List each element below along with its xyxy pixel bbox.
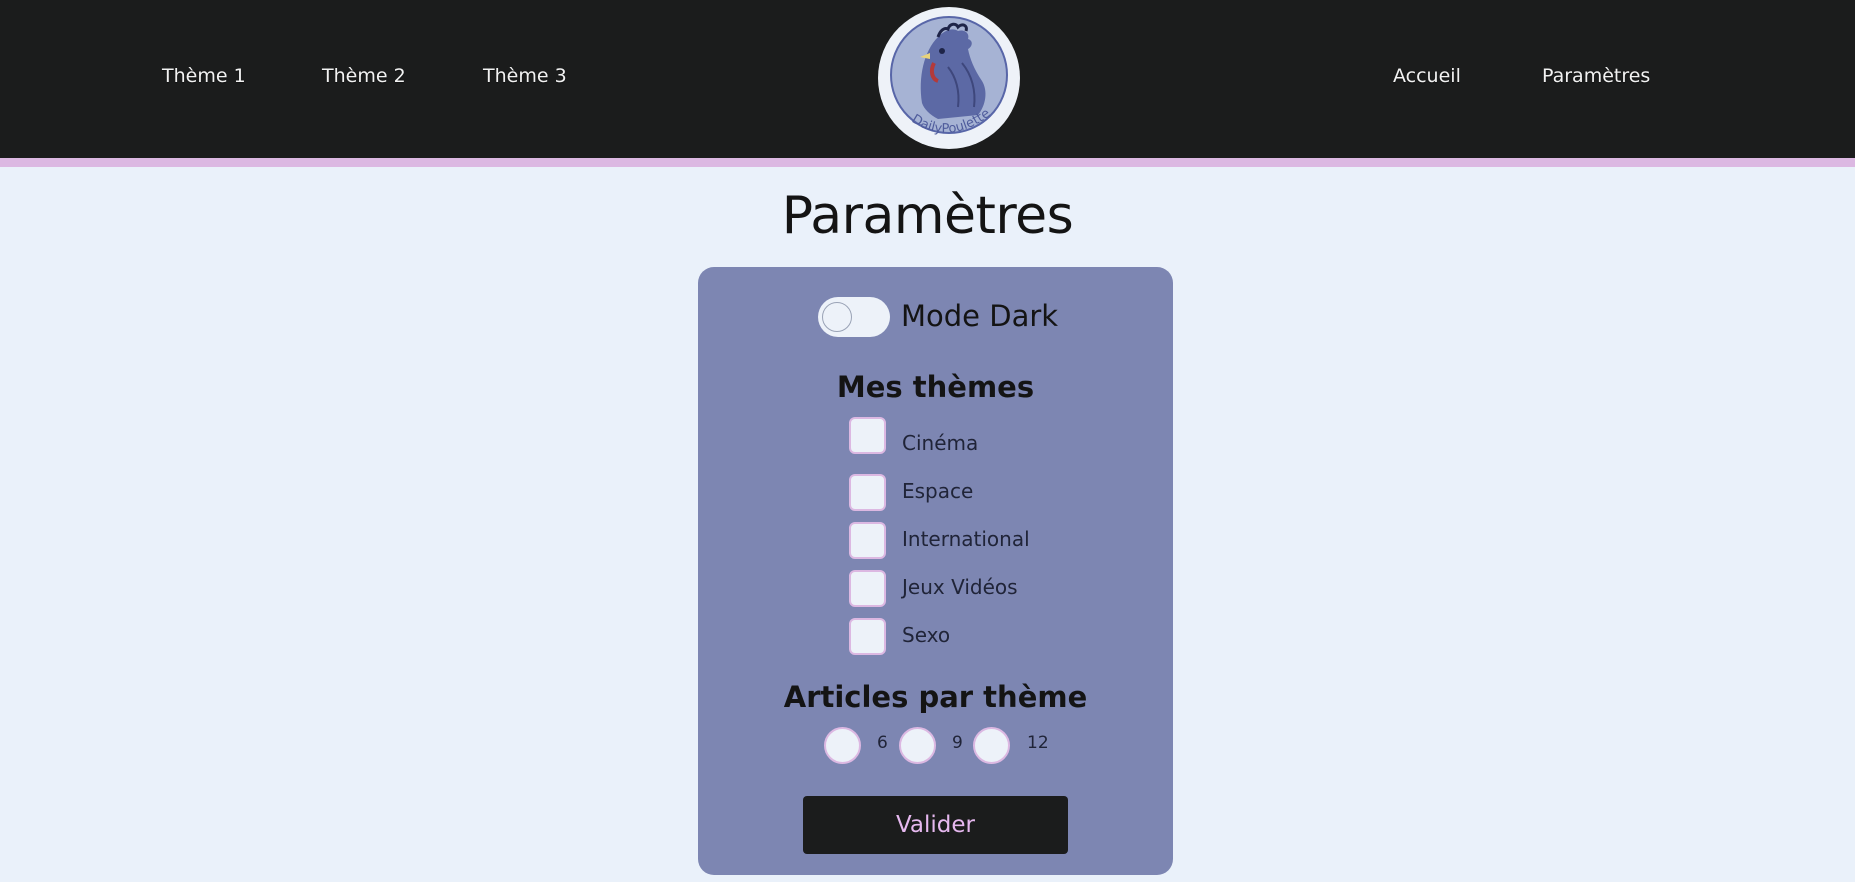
checkbox-jeux-videos[interactable] xyxy=(849,570,886,607)
nav-link-settings[interactable]: Paramètres xyxy=(1542,64,1650,88)
radio-label-9: 9 xyxy=(952,733,963,753)
checkbox-label-cinema: Cinéma xyxy=(902,431,979,455)
dark-mode-label: Mode Dark xyxy=(901,299,1059,333)
dark-mode-toggle[interactable] xyxy=(818,297,890,337)
nav-link-theme-2[interactable]: Thème 2 xyxy=(322,64,406,88)
page-title: Paramètres xyxy=(781,186,1074,246)
nav-link-theme-3[interactable]: Thème 3 xyxy=(483,64,567,88)
nav-link-home[interactable]: Accueil xyxy=(1393,64,1461,88)
radio-articles-12[interactable] xyxy=(973,727,1010,764)
checkbox-international[interactable] xyxy=(849,522,886,559)
validate-button[interactable]: Valider xyxy=(803,796,1068,854)
nav-link-theme-1[interactable]: Thème 1 xyxy=(162,64,246,88)
radio-label-6: 6 xyxy=(877,733,888,753)
radio-articles-6[interactable] xyxy=(824,727,861,764)
radio-articles-9[interactable] xyxy=(899,727,936,764)
checkbox-espace[interactable] xyxy=(849,474,886,511)
checkbox-sexo[interactable] xyxy=(849,618,886,655)
checkbox-label-jeux-videos: Jeux Vidéos xyxy=(902,575,1018,599)
radio-label-12: 12 xyxy=(1027,733,1049,753)
dailypoulette-logo[interactable]: DailyPoulette xyxy=(878,7,1020,149)
checkbox-label-international: International xyxy=(902,527,1030,551)
header-accent-stripe xyxy=(0,158,1855,167)
themes-section-title: Mes thèmes xyxy=(836,370,1035,404)
settings-panel xyxy=(698,267,1173,875)
checkbox-label-espace: Espace xyxy=(902,479,974,503)
articles-section-title: Articles par thème xyxy=(783,680,1088,714)
toggle-knob xyxy=(822,302,852,332)
checkbox-label-sexo: Sexo xyxy=(902,623,951,647)
checkbox-cinema[interactable] xyxy=(849,417,886,454)
rooster-logo-icon: DailyPoulette xyxy=(881,10,1017,146)
